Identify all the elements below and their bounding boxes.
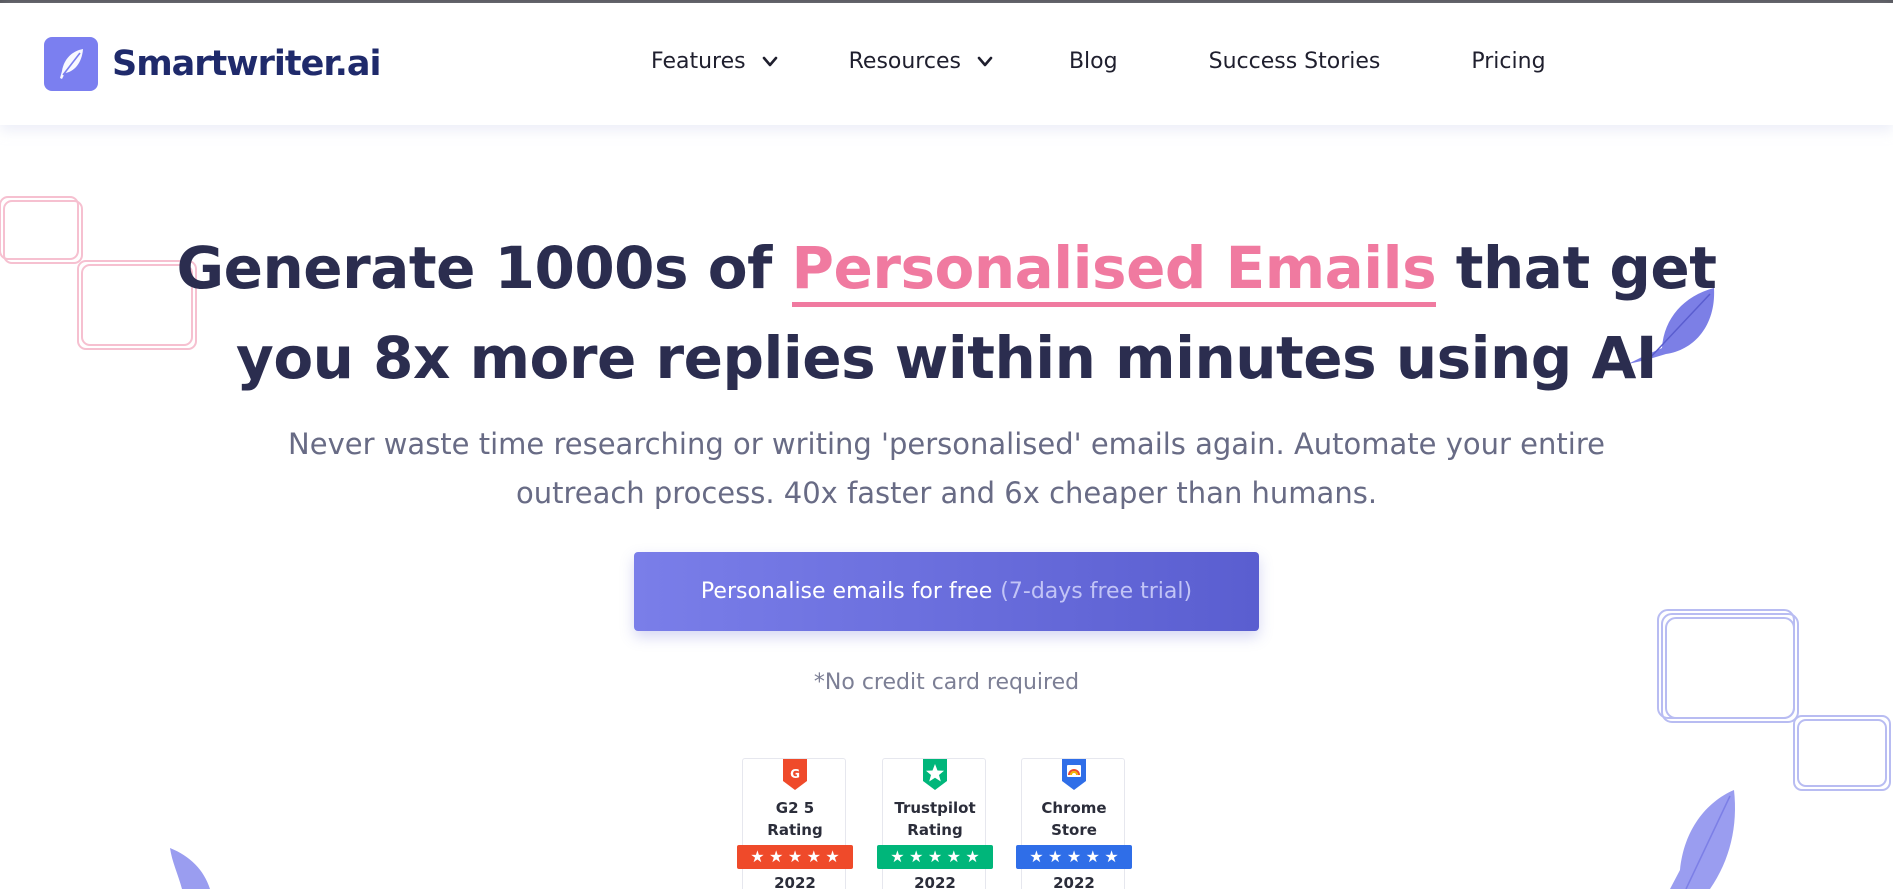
badge-year: 2022 [774,874,816,889]
rating-stars: ★ ★ ★ ★ ★ [877,845,993,869]
chrome-store-badge[interactable]: Chrome Store ★ ★ ★ ★ ★ 2022 [1016,758,1132,889]
badge-label: G2 5 Rating [767,799,823,839]
rating-stars: ★ ★ ★ ★ ★ [1016,845,1132,869]
feather-icon [44,37,98,91]
hero-title-before: Generate 1000s of [176,234,792,302]
nav-pricing[interactable]: Pricing [1471,49,1545,74]
cta-label: Personalise emails for free [700,579,993,604]
badge-label: Chrome Store [1041,799,1107,839]
nav-pricing-label: Pricing [1471,49,1546,74]
feather-decoration-icon [1670,790,1735,889]
decorative-squares-right [1657,609,1891,791]
g2-rating-badge[interactable]: G G2 5 Rating ★ ★ ★ ★ ★ 2022 [737,758,853,889]
hero-title: Generate 1000s of Personalised Emails th… [0,223,1893,403]
trustpilot-rating-badge[interactable]: Trustpilot Rating ★ ★ ★ ★ ★ 2022 [877,758,993,889]
no-credit-card-note: *No credit card required [813,670,1080,695]
trustpilot-star-icon [923,759,947,790]
nav-features-label: Features [651,49,746,74]
hero-subtitle: Never waste time researching or writing … [288,427,1605,510]
rating-stars: ★ ★ ★ ★ ★ [737,845,853,869]
svg-text:G: G [790,767,800,781]
chrome-store-icon [1062,759,1086,790]
main-nav: Features Resources Blog Success Stories … [651,49,1546,74]
badge-label: Trustpilot Rating [894,799,976,839]
nav-success-stories-label: Success Stories [1208,49,1381,74]
hero-title-highlight: Personalised Emails [791,234,1437,307]
site-header: Smartwriter.ai Features Resources Blog S… [0,3,1893,125]
brand-logo[interactable]: Smartwriter.ai [44,37,382,91]
chevron-down-icon [762,56,777,66]
brand-name: Smartwriter.ai [112,44,382,84]
hero-title-after: that get [1436,234,1717,302]
nav-resources[interactable]: Resources [849,49,995,74]
personalise-emails-cta-button[interactable]: Personalise emails for free (7-days free… [634,552,1259,631]
nav-features[interactable]: Features [651,49,780,74]
nav-blog[interactable]: Blog [1069,49,1118,74]
badge-year: 2022 [1053,874,1095,889]
badge-year: 2022 [914,874,956,889]
nav-success-stories[interactable]: Success Stories [1209,49,1381,74]
nav-resources-label: Resources [848,49,961,74]
feather-decoration-icon [170,848,210,889]
hero-title-line2: you 8x more replies within minutes using… [236,324,1657,392]
cta-trial-label: (7-days free trial) [1000,579,1193,604]
g2-icon: G [783,759,807,790]
nav-blog-label: Blog [1068,49,1118,74]
chevron-down-icon [977,56,993,66]
